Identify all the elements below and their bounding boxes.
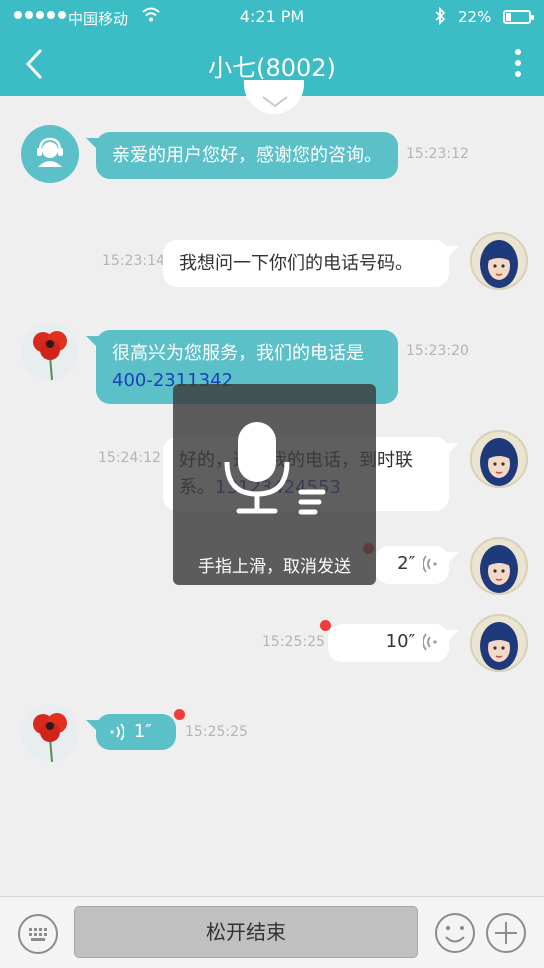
voice-wave-icon xyxy=(422,633,437,651)
message-timestamp: 15:23:12 xyxy=(406,146,469,162)
emoji-button[interactable] xyxy=(434,912,476,954)
keyboard-icon xyxy=(29,928,47,941)
voice-message-bubble[interactable]: 10″ xyxy=(328,624,459,662)
unread-dot xyxy=(174,709,185,720)
user-avatar-icon xyxy=(480,240,518,288)
more-actions-button[interactable] xyxy=(485,912,527,954)
message-bubble[interactable]: 亲爱的用户您好，感谢您的咨询。 xyxy=(86,132,398,179)
message-text: 很高兴为您服务，我们的电话是 xyxy=(112,343,364,364)
smiley-icon xyxy=(435,913,475,953)
more-vertical-icon xyxy=(515,49,521,77)
message-timestamp: 15:23:14 xyxy=(102,253,165,269)
user-avatar[interactable] xyxy=(470,430,528,488)
bluetooth-icon xyxy=(434,6,446,29)
user-avatar[interactable] xyxy=(470,232,528,290)
service-avatar[interactable] xyxy=(21,322,79,380)
message-text: 我想问一下你们的电话号码。 xyxy=(179,253,413,274)
more-options-button[interactable] xyxy=(508,46,528,82)
voice-message-bubble[interactable]: 1″ xyxy=(86,714,176,750)
voice-wave-icon xyxy=(110,723,125,741)
input-toolbar: 松开结束 xyxy=(0,896,544,968)
cancel-hint: 手指上滑，取消发送 xyxy=(198,557,351,577)
message-text: 亲爱的用户您好，感谢您的咨询。 xyxy=(112,145,382,166)
microphone-icon xyxy=(224,422,326,515)
user-avatar-icon xyxy=(480,438,518,486)
poppy-flower-icon xyxy=(21,322,79,380)
load-history-tab[interactable] xyxy=(244,80,304,114)
voice-duration: 10″ xyxy=(385,631,416,652)
message-timestamp: 15:24:12 xyxy=(98,450,161,466)
user-avatar[interactable] xyxy=(470,537,528,595)
service-avatar[interactable] xyxy=(21,125,79,183)
voice-duration: 2″ xyxy=(397,553,416,574)
message-bubble[interactable]: 我想问一下你们的电话号码。 xyxy=(163,240,459,287)
voice-duration: 1″ xyxy=(133,721,152,742)
chevron-down-icon xyxy=(262,96,288,108)
battery-icon xyxy=(503,10,534,24)
status-bar: 中国移动 4:21 PM 22% xyxy=(0,0,544,34)
voice-message-bubble[interactable]: 2″ xyxy=(375,546,459,584)
message-timestamp: 15:25:25 xyxy=(262,634,325,650)
user-avatar[interactable] xyxy=(470,614,528,672)
hold-to-talk-button[interactable]: 松开结束 xyxy=(74,906,418,958)
voice-recording-overlay: 手指上滑，取消发送 xyxy=(173,384,376,585)
poppy-flower-icon xyxy=(21,704,79,762)
customer-service-icon xyxy=(37,137,63,167)
keyboard-toggle-button[interactable] xyxy=(18,914,58,954)
battery-percentage: 22% xyxy=(458,8,492,26)
message-timestamp: 15:23:20 xyxy=(406,343,469,359)
message-timestamp: 15:25:25 xyxy=(185,724,248,740)
user-avatar-icon xyxy=(480,622,518,670)
service-avatar[interactable] xyxy=(21,704,79,762)
user-avatar-icon xyxy=(480,545,518,593)
plus-icon xyxy=(486,913,526,953)
voice-wave-icon xyxy=(422,555,437,573)
page-title: 小七(8002) xyxy=(208,54,336,82)
